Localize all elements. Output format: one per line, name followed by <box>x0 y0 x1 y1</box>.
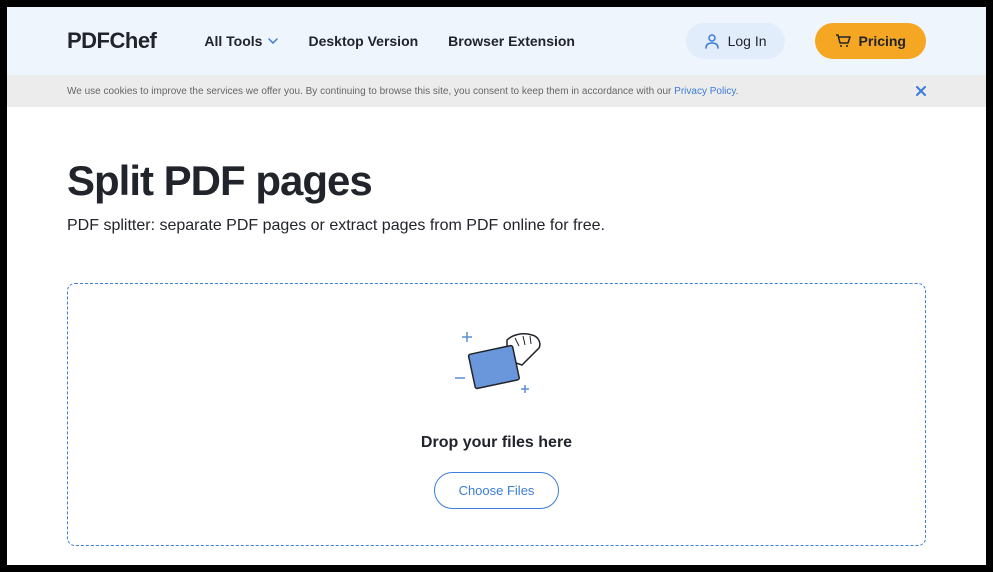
chevron-down-icon <box>268 38 278 44</box>
privacy-policy-link[interactable]: Privacy Policy <box>674 86 736 97</box>
nav-browser-extension[interactable]: Browser Extension <box>448 33 575 49</box>
logo[interactable]: PDFChef <box>67 28 156 54</box>
nav-all-tools-label: All Tools <box>204 33 262 49</box>
nav-desktop-label: Desktop Version <box>308 33 418 49</box>
page-title: Split PDF pages <box>67 157 926 205</box>
cookie-banner: We use cookies to improve the services w… <box>7 75 986 107</box>
login-label: Log In <box>728 33 767 49</box>
header: PDFChef All Tools Desktop Version Browse… <box>7 7 986 75</box>
page-subtitle: PDF splitter: separate PDF pages or extr… <box>67 217 926 235</box>
nav-desktop-version[interactable]: Desktop Version <box>308 33 418 49</box>
nav-extension-label: Browser Extension <box>448 33 575 49</box>
user-icon <box>704 33 720 49</box>
pricing-label: Pricing <box>859 33 906 49</box>
login-button[interactable]: Log In <box>686 23 785 59</box>
main-content: Split PDF pages PDF splitter: separate P… <box>7 107 986 572</box>
cart-icon <box>835 33 851 49</box>
cookie-text: We use cookies to improve the services w… <box>67 86 738 97</box>
nav-all-tools[interactable]: All Tools <box>204 33 278 49</box>
choose-files-button[interactable]: Choose Files <box>434 472 560 509</box>
cookie-close-button[interactable] <box>916 83 926 99</box>
drop-illustration <box>437 320 557 410</box>
pricing-button[interactable]: Pricing <box>815 23 926 59</box>
drop-text: Drop your files here <box>88 434 905 452</box>
file-dropzone[interactable]: Drop your files here Choose Files <box>67 283 926 546</box>
close-icon <box>916 86 926 96</box>
